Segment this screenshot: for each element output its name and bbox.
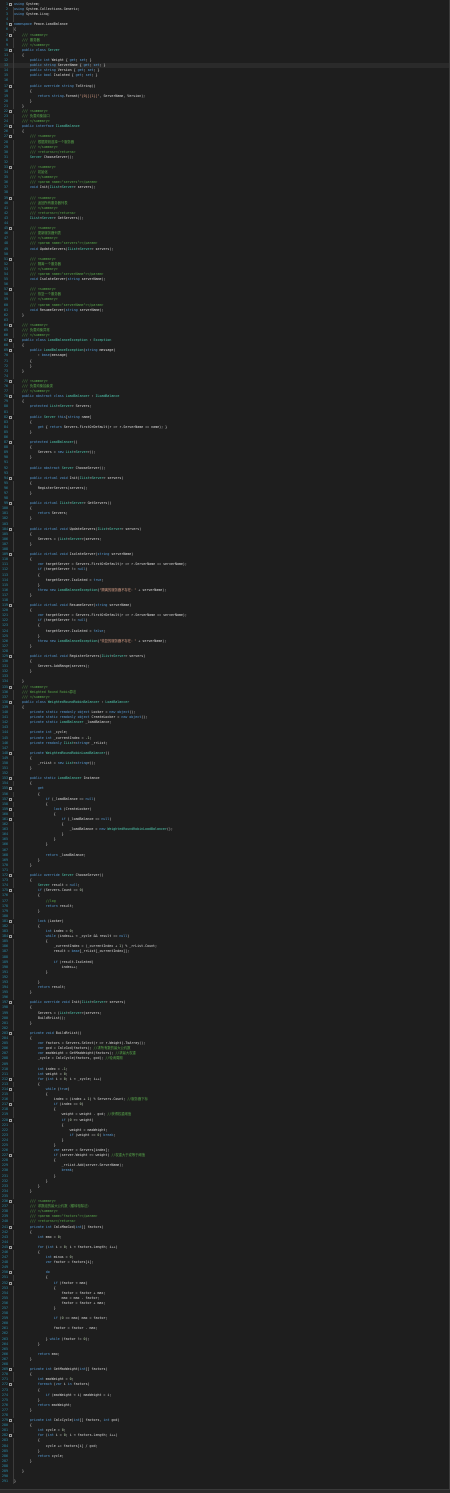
code-area[interactable]: 1 using System; 2 using System.Collections.…: [0, 2, 449, 1485]
fold-toggle-icon[interactable]: [9, 1031, 12, 1035]
fold-toggle-icon[interactable]: [9, 257, 12, 261]
fold-toggle-icon[interactable]: [9, 166, 12, 169]
fold-toggle-icon[interactable]: [9, 527, 12, 531]
fold-toggle-icon[interactable]: [9, 807, 12, 811]
fold-toggle-icon[interactable]: [9, 1200, 12, 1204]
fold-toggle-icon[interactable]: [9, 1245, 12, 1249]
fold-toggle-icon[interactable]: [9, 415, 12, 419]
fold-toggle-icon[interactable]: [9, 395, 12, 399]
fold-toggle-icon[interactable]: [9, 1434, 12, 1438]
fold-toggle-icon[interactable]: [9, 502, 12, 506]
fold-toggle-icon[interactable]: [9, 1271, 12, 1275]
fold-toggle-icon[interactable]: [9, 1383, 12, 1387]
fold-toggle-icon[interactable]: [9, 323, 12, 327]
fold-toggle-icon[interactable]: [9, 751, 12, 755]
fold-toggle-icon[interactable]: [9, 1118, 12, 1122]
fold-toggle-icon[interactable]: [9, 700, 12, 704]
code-text: }: [14, 1479, 16, 1484]
code-line[interactable]: 291}: [0, 1479, 449, 1485]
fold-toggle-icon[interactable]: [9, 48, 12, 52]
fold-toggle-icon[interactable]: [9, 1368, 12, 1372]
fold-toggle-icon[interactable]: [9, 787, 12, 791]
fold-toggle-icon[interactable]: [9, 935, 12, 939]
fold-toggle-icon[interactable]: [9, 227, 12, 231]
fold-toggle-icon[interactable]: [9, 109, 12, 113]
fold-toggle-icon[interactable]: [9, 874, 12, 878]
line-number: 291: [2, 1479, 8, 1484]
fold-toggle-icon[interactable]: [9, 125, 12, 129]
fold-toggle-icon[interactable]: [9, 1001, 12, 1005]
fold-toggle-icon[interactable]: [9, 1077, 12, 1081]
fold-toggle-icon[interactable]: [9, 288, 12, 292]
fold-toggle-icon[interactable]: [9, 919, 12, 923]
fold-toggle-icon[interactable]: [9, 889, 12, 893]
fold-toggle-icon[interactable]: [9, 777, 12, 781]
fold-toggle-icon[interactable]: [9, 196, 12, 200]
fold-toggle-icon[interactable]: [9, 1154, 12, 1158]
fold-toggle-icon[interactable]: [9, 1281, 12, 1285]
fold-toggle-icon[interactable]: [9, 655, 12, 658]
fold-toggle-icon[interactable]: [9, 818, 12, 821]
fold-toggle-icon[interactable]: [9, 1225, 12, 1229]
fold-toggle-icon[interactable]: [9, 33, 12, 37]
fold-toggle-icon[interactable]: [9, 23, 12, 27]
fold-toggle-icon[interactable]: [9, 797, 12, 801]
fold-toggle-icon[interactable]: [9, 685, 12, 689]
fold-toggle-icon[interactable]: [9, 553, 12, 557]
fold-toggle-icon[interactable]: [9, 349, 12, 353]
fold-toggle-icon[interactable]: [9, 3, 12, 6]
fold-toggle-icon[interactable]: [9, 476, 12, 480]
fold-toggle-icon[interactable]: [9, 379, 12, 383]
fold-toggle-icon[interactable]: [9, 441, 12, 445]
fold-toggle-icon[interactable]: [9, 84, 12, 88]
fold-toggle-icon[interactable]: [9, 604, 12, 608]
fold-toggle-icon[interactable]: [9, 135, 12, 139]
fold-toggle-icon[interactable]: [9, 1419, 12, 1423]
fold-toggle-icon[interactable]: [9, 339, 12, 343]
fold-toggle-icon[interactable]: [9, 1103, 12, 1107]
fold-toggle-icon[interactable]: [9, 1087, 12, 1091]
code-editor[interactable]: 1 using System; 2 using System.Collections.…: [0, 0, 450, 1490]
